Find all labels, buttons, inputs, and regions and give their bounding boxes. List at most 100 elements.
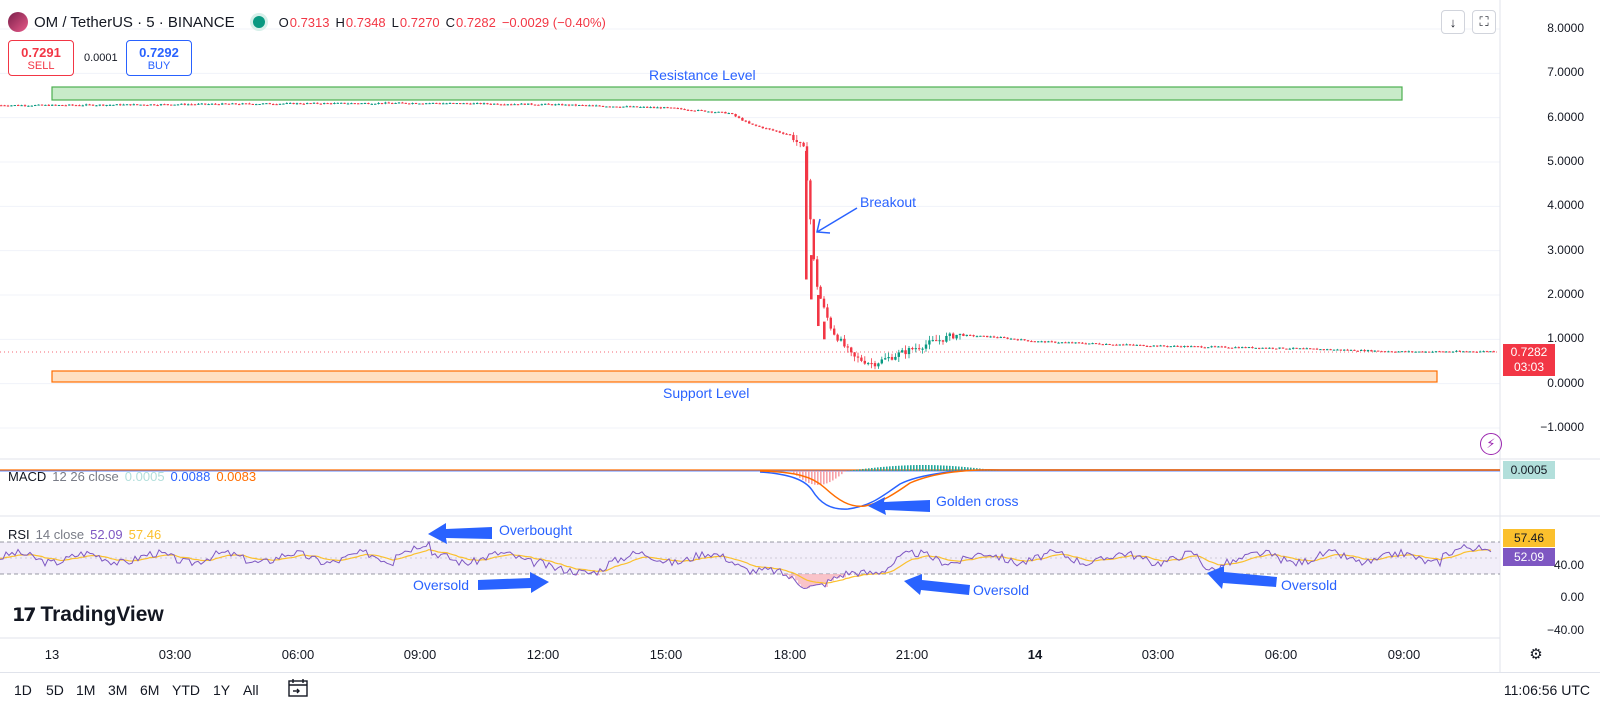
candle-body [1142,344,1145,346]
candle-body [102,104,105,106]
range-button-5d[interactable]: 5D [46,682,64,698]
candle-body [64,105,67,107]
candle-body [873,363,877,367]
macd-histogram-bar [829,471,831,483]
buy-button[interactable]: 0.7292 BUY [126,40,192,76]
candle-body [187,104,190,106]
candle-body [547,103,550,105]
candle-body [1397,351,1400,353]
candle-body [112,104,115,106]
coin-logo-icon [8,12,28,32]
candle-body [1230,347,1234,349]
chart-canvas[interactable] [0,0,1600,726]
candle-body [1081,342,1084,344]
candle-body [268,103,271,105]
candle-body [1088,343,1091,345]
range-button-all[interactable]: All [243,682,259,698]
candle-body [901,350,904,353]
utc-clock[interactable]: 11:06:56 UTC [1504,682,1590,698]
candle-body [193,104,197,106]
range-button-1y[interactable]: 1Y [213,682,230,698]
download-icon[interactable]: ↓ [1441,10,1465,34]
oversold-label-2[interactable]: Oversold [973,582,1029,598]
macd-histogram-bar [877,467,879,471]
candle-body [1074,342,1077,344]
range-button-3m[interactable]: 3M [108,682,127,698]
candle-body [520,103,523,105]
macd-histogram-bar [907,465,909,471]
macd-line [759,469,1500,510]
candle-body [1271,347,1274,349]
candle-body [326,103,329,105]
candle-body [1057,342,1060,344]
candle-body [1234,347,1237,349]
oversold-label-1[interactable]: Oversold [413,577,469,593]
oversold-label-3[interactable]: Oversold [1281,577,1337,593]
range-button-6m[interactable]: 6M [140,682,159,698]
macd-histogram-bar [928,465,930,471]
resistance-zone[interactable] [51,86,1403,101]
time-axis-label: 18:00 [773,647,807,662]
candle-body [1071,342,1074,344]
candle-body [561,104,564,106]
fullscreen-icon[interactable]: ⛶ [1472,10,1496,34]
candle-body [948,333,951,336]
macd-histogram-bar [886,466,888,471]
range-button-1m[interactable]: 1M [76,682,95,698]
candle-body [1278,347,1281,349]
candle-body [78,105,81,107]
macd-histogram-bar [850,470,852,471]
candle-body [530,103,533,105]
macd-legend[interactable]: MACD 12 26 close 0.0005 0.0088 0.0083 [8,469,256,484]
settings-gear-icon[interactable]: ⚙ [1527,645,1545,663]
breakout-label[interactable]: Breakout [860,194,916,210]
candle-body [795,140,798,142]
tv-logo-icon: 𝟭𝟳 [12,604,36,626]
overbought-label[interactable]: Overbought [499,522,572,538]
candle-body [506,104,509,106]
candle-body [812,219,815,260]
candle-body [1295,347,1298,349]
candle-body [897,352,900,357]
candle-body [54,104,57,106]
candle-body [1152,345,1155,347]
range-button-ytd[interactable]: YTD [172,682,200,698]
rsi-legend[interactable]: RSI 14 close 52.09 57.46 [8,527,161,542]
candle-body [703,110,707,112]
price-candles[interactable] [0,101,1495,370]
candle-body [941,340,945,342]
candle-body [1135,344,1138,346]
date-range-icon[interactable] [287,678,309,698]
symbol-title[interactable]: OM / TetherUS · 5 · BINANCE [34,14,235,31]
candle-body [785,133,788,135]
resistance-label[interactable]: Resistance Level [649,67,756,83]
range-button-1d[interactable]: 1D [14,682,32,698]
candle-body [88,104,91,106]
candle-body [1159,345,1162,347]
candle-body [931,340,934,342]
support-zone[interactable] [51,370,1438,383]
candle-body [1094,343,1098,345]
support-label[interactable]: Support Level [663,385,749,401]
lightning-icon[interactable]: ⚡ [1480,433,1502,455]
macd-histogram-bar [925,465,927,471]
sell-button[interactable]: 0.7291 SELL [8,40,74,76]
spread-value: 0.0001 [84,52,118,64]
candle-body [1186,346,1189,348]
candle-body [962,333,965,336]
candle-body [639,106,642,108]
candle-body [1390,351,1393,353]
candle-body [71,104,74,106]
tradingview-logo[interactable]: 𝟭𝟳 TradingView [12,603,164,627]
candle-body [153,104,156,106]
candle-body [499,104,503,106]
macd-signal-value: 0.0083 [216,469,257,484]
candle-body [1241,347,1244,349]
golden-cross-label[interactable]: Golden cross [936,493,1018,509]
candle-body [952,333,955,339]
candle-body [489,103,492,105]
candle-body [129,104,132,106]
candle-body [571,104,574,106]
candle-body [853,352,856,357]
candle-body [476,103,479,105]
